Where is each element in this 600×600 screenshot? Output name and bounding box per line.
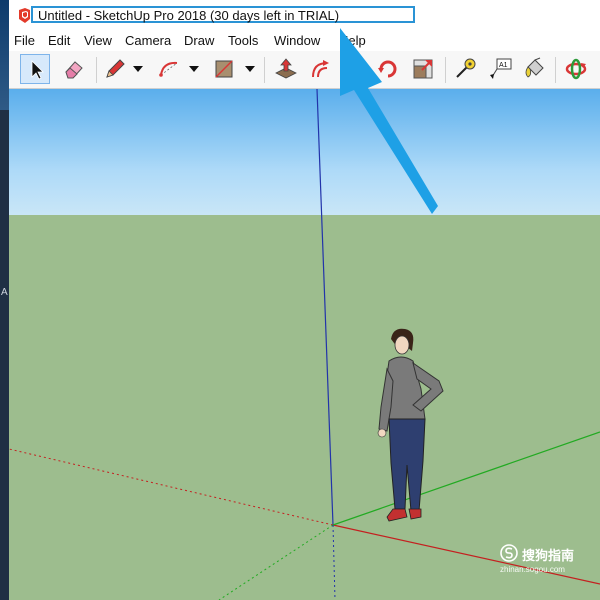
arc-tool-button[interactable]	[154, 54, 184, 84]
green-axis-negative	[218, 524, 334, 600]
paint-bucket-icon	[525, 57, 544, 78]
arc-tool-dropdown-icon[interactable]	[188, 63, 200, 75]
scale-tool-button[interactable]	[408, 54, 438, 84]
toolbar-separator	[445, 57, 446, 83]
menu-tools[interactable]: Tools	[228, 33, 258, 48]
scene-canvas	[9, 89, 600, 600]
blue-axis-negative	[332, 524, 336, 600]
watermark-url: zhinan.sogou.com	[500, 565, 565, 574]
menu-bar: File Edit View Camera Draw Tools Window …	[9, 31, 600, 51]
adjacent-window-edge: A	[0, 0, 9, 600]
push-pull-icon	[275, 58, 297, 79]
menu-camera[interactable]: Camera	[125, 33, 171, 48]
sogou-logo-icon	[500, 544, 518, 562]
menu-draw[interactable]: Draw	[184, 33, 214, 48]
eraser-tool-button[interactable]	[59, 54, 89, 84]
window-title: Untitled - SketchUp Pro 2018 (30 days le…	[38, 8, 340, 23]
menu-help[interactable]: Help	[339, 33, 366, 48]
rotate-icon	[378, 60, 397, 78]
tape-measure-tool-button[interactable]	[450, 54, 480, 84]
arrow-cursor-icon	[31, 60, 44, 80]
offset-icon	[312, 60, 329, 78]
sketchup-app-icon[interactable]	[17, 7, 32, 24]
orbit-tool-button[interactable]	[561, 54, 591, 84]
scale-icon	[413, 59, 433, 79]
person-figure	[377, 328, 444, 522]
menu-edit[interactable]: Edit	[48, 33, 70, 48]
toolbar-separator	[264, 57, 265, 83]
toolbar-separator	[555, 57, 556, 83]
paint-bucket-tool-button[interactable]	[519, 54, 549, 84]
line-tool-dropdown-icon[interactable]	[132, 63, 144, 75]
edge-glyph: A	[1, 287, 8, 298]
text-tool-button[interactable]: A1	[485, 54, 515, 84]
menu-view[interactable]: View	[84, 33, 112, 48]
watermark: 搜狗指南 zhinan.sogou.com	[500, 544, 596, 578]
push-pull-tool-button[interactable]	[271, 54, 301, 84]
title-bar: Untitled - SketchUp Pro 2018 (30 days le…	[9, 0, 600, 31]
arc-icon	[159, 61, 178, 77]
orbit-icon	[565, 58, 587, 80]
watermark-brand: 搜狗指南	[522, 549, 575, 564]
green-axis	[332, 431, 600, 526]
rectangle-tool-dropdown-icon[interactable]	[244, 63, 256, 75]
rectangle-tool-button[interactable]	[209, 54, 239, 84]
select-tool-button[interactable]	[20, 54, 50, 84]
pencil-icon	[106, 59, 125, 78]
rectangle-icon	[215, 60, 233, 78]
toolbar-separator	[96, 57, 97, 83]
offset-tool-button[interactable]	[306, 54, 336, 84]
text-label-icon: A1	[490, 58, 512, 79]
red-axis-negative	[9, 448, 334, 526]
toolbar: A1	[9, 51, 600, 89]
line-tool-button[interactable]	[100, 54, 130, 84]
menu-window[interactable]: Window	[274, 33, 320, 48]
tape-measure-icon	[456, 58, 476, 78]
menu-file[interactable]: File	[14, 33, 35, 48]
text-tool-label: A1	[499, 62, 508, 69]
rotate-tool-button[interactable]	[373, 54, 403, 84]
modeling-viewport[interactable]	[9, 89, 600, 600]
blue-axis	[316, 89, 334, 526]
eraser-icon	[65, 61, 83, 79]
